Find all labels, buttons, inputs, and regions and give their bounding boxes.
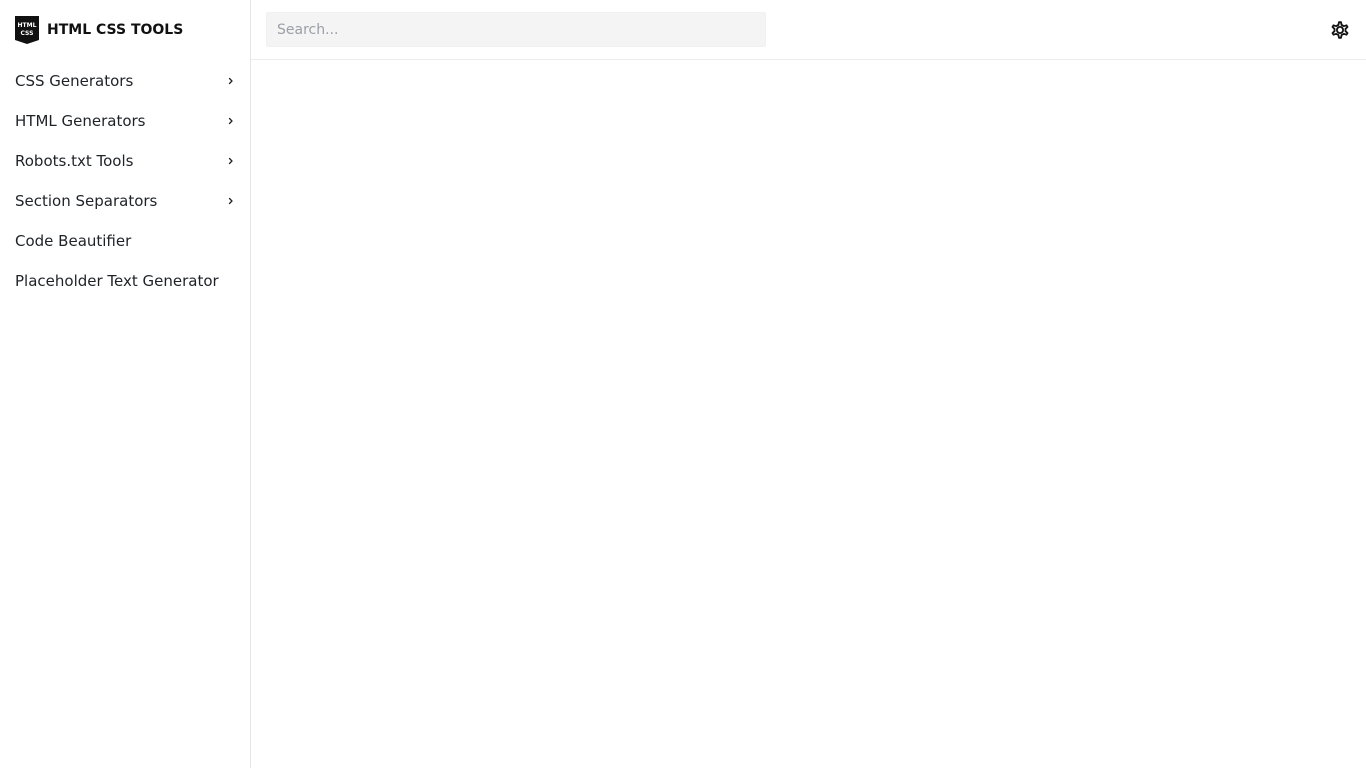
chevron-right-icon: [228, 77, 233, 85]
chevron-right-icon: [228, 197, 233, 205]
topbar: [251, 0, 1366, 60]
chevron-right-icon: [228, 157, 233, 165]
main-content: [251, 61, 1366, 768]
logo-text-top: HTML: [18, 22, 37, 29]
gear-icon[interactable]: [1328, 18, 1352, 42]
sidebar-item-label: Robots.txt Tools: [15, 152, 134, 170]
sidebar-item-label: Code Beautifier: [15, 232, 132, 250]
brand-title: HTML CSS TOOLS: [47, 22, 184, 38]
sidebar-item-label: CSS Generators: [15, 72, 134, 90]
sidebar-item-code-beautifier[interactable]: Code Beautifier: [0, 221, 250, 261]
brand-home-link[interactable]: HTML CSS HTML CSS TOOLS: [15, 16, 183, 44]
sidebar-nav: CSS Generators HTML Generators Robots.tx…: [0, 61, 250, 301]
sidebar-item-css-generators[interactable]: CSS Generators: [0, 61, 250, 101]
sidebar-item-section-separators[interactable]: Section Separators: [0, 181, 250, 221]
sidebar-item-label: Section Separators: [15, 192, 158, 210]
chevron-right-icon: [228, 117, 233, 125]
sidebar-item-html-generators[interactable]: HTML Generators: [0, 101, 250, 141]
search-input[interactable]: [266, 12, 766, 47]
app-root: HTML CSS HTML CSS TOOLS CSS Generators H…: [0, 0, 1366, 768]
sidebar: HTML CSS HTML CSS TOOLS CSS Generators H…: [0, 0, 251, 768]
sidebar-item-label: Placeholder Text Generator: [15, 272, 219, 290]
logo-text-bottom: CSS: [21, 30, 34, 37]
sidebar-item-placeholder-text-generator[interactable]: Placeholder Text Generator: [0, 261, 250, 301]
html-css-logo-icon: HTML CSS: [15, 16, 39, 44]
sidebar-item-robots-txt-tools[interactable]: Robots.txt Tools: [0, 141, 250, 181]
sidebar-item-label: HTML Generators: [15, 112, 146, 130]
